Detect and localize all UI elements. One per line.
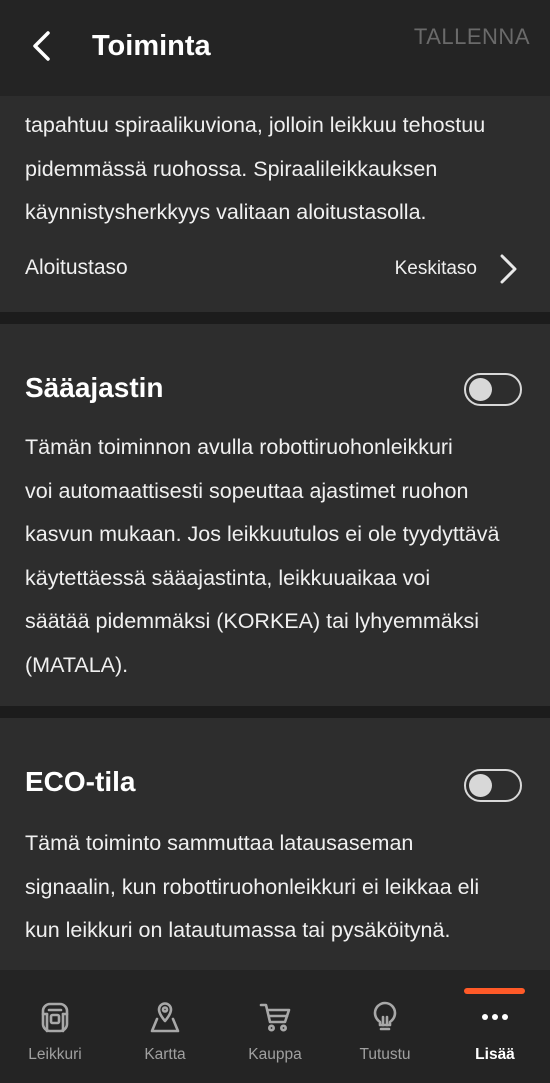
- text-line: Tämän toiminnon avulla robottiruohonleik…: [25, 435, 453, 459]
- spiral-cutting-card: tapahtuu spiraalikuviona, jolloin leikku…: [0, 96, 550, 312]
- weather-timer-description: Tämän toiminnon avulla robottiruohonleik…: [25, 426, 530, 687]
- tab-kartta[interactable]: Kartta: [110, 970, 220, 1083]
- text-line: käytettäessä sääajastinta, leikkuuaikaa …: [25, 565, 431, 590]
- mower-icon: [41, 1002, 69, 1033]
- text-line: signaalin, kun robottiruohonleikkuri ei …: [25, 874, 480, 899]
- text-line: kasvun mukaan. Jos leikkuutulos ei ole t…: [25, 522, 500, 546]
- spiral-description: tapahtuu spiraalikuviona, jolloin leikku…: [25, 104, 530, 235]
- tab-label: Kauppa: [248, 1046, 302, 1063]
- app-header: Toiminta TALLENNA: [0, 0, 550, 96]
- lightbulb-icon: [373, 1001, 397, 1031]
- eco-mode-card: ECO-tila Tämä toiminto sammuttaa latausa…: [0, 718, 550, 970]
- tab-tutustu[interactable]: Tutustu: [330, 970, 440, 1083]
- more-dots-icon: [482, 1014, 508, 1020]
- text-line: kun leikkuri on latautumassa tai pysäköi…: [25, 918, 451, 942]
- weather-timer-title: Sääajastin: [25, 372, 164, 403]
- text-line: (MATALA).: [25, 652, 129, 677]
- tab-label: Tutustu: [359, 1046, 411, 1063]
- text-line: pidemmässä ruohossa. Spiraalileikkauksen: [25, 156, 438, 181]
- tab-label: Leikkuri: [28, 1046, 82, 1063]
- tab-kauppa[interactable]: Kauppa: [220, 970, 330, 1083]
- tab-leikkuri[interactable]: Leikkuri: [0, 970, 110, 1083]
- eco-mode-description: Tämä toiminto sammuttaa latausaseman sig…: [25, 822, 530, 953]
- save-button[interactable]: TALLENNA: [414, 24, 530, 50]
- active-tab-indicator: [464, 988, 525, 994]
- page-title: Toiminta: [92, 30, 211, 62]
- toggle-knob: [469, 774, 492, 797]
- weather-timer-card: Sääajastin Tämän toiminnon avulla robott…: [0, 324, 550, 706]
- text-line: tapahtuu spiraalikuviona, jolloin leikku…: [25, 113, 486, 137]
- start-level-value: Keskitaso: [394, 258, 477, 279]
- text-line: voi automaattisesti sopeuttaa ajastimet …: [25, 478, 469, 503]
- start-level-label: Aloitustaso: [25, 256, 128, 279]
- chevron-right-icon: [500, 254, 517, 284]
- map-pin-icon: [150, 1002, 180, 1033]
- text-line: käynnistysherkkyys valitaan aloitustasol…: [25, 200, 427, 224]
- eco-mode-toggle[interactable]: [464, 769, 522, 802]
- tab-label: Lisää: [475, 1046, 515, 1063]
- back-button[interactable]: [22, 26, 62, 66]
- eco-mode-title: ECO-tila: [25, 766, 136, 797]
- text-line: Tämä toiminto sammuttaa latausaseman: [25, 831, 414, 855]
- text-line: säätää pidemmäksi (KORKEA) tai lyhyemmäk…: [25, 609, 480, 633]
- bottom-tab-bar: Leikkuri Kartta Kauppa Tutustu Lisää: [0, 970, 550, 1083]
- weather-timer-toggle[interactable]: [464, 373, 522, 406]
- cart-icon: [259, 1003, 291, 1032]
- chevron-left-icon: [33, 31, 50, 61]
- tab-label: Kartta: [144, 1046, 186, 1063]
- tab-lisaa[interactable]: Lisää: [440, 970, 550, 1083]
- toggle-knob: [469, 378, 492, 401]
